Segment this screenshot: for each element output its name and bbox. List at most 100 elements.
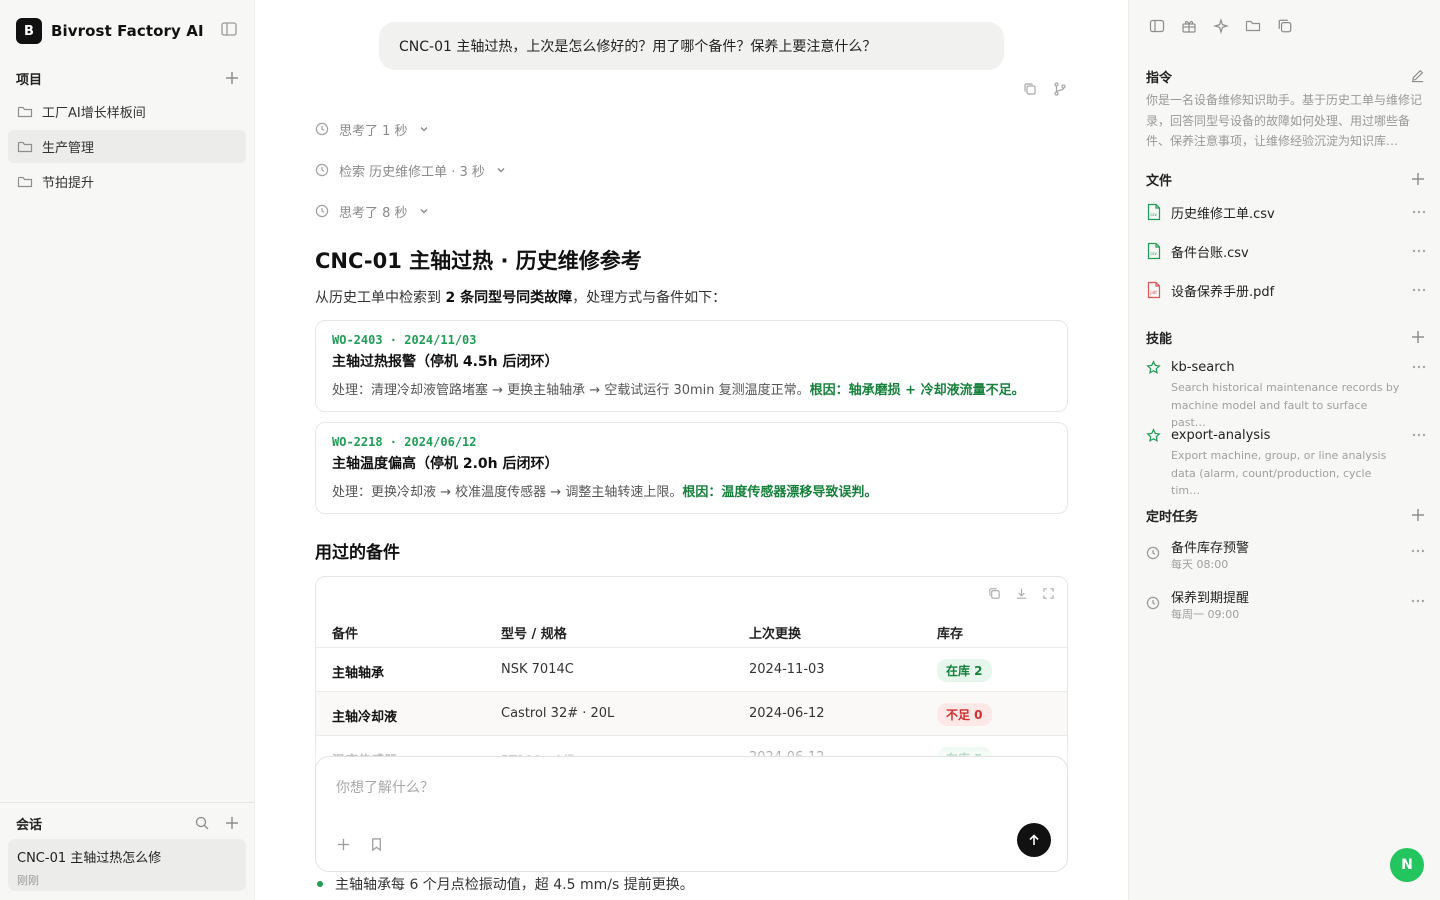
svg-text:csv: csv: [1150, 251, 1157, 256]
column-header: 型号 / 规格: [501, 627, 567, 642]
work-order-code: WO-2218 · 2024/06/12: [332, 435, 477, 449]
project-label: 生产管理: [42, 141, 95, 156]
file-name: 设备保养手册.pdf: [1171, 284, 1275, 300]
parts-heading: 用过的备件: [315, 543, 400, 563]
project-label: 工厂AI增长样板间: [42, 106, 146, 121]
conversation-title: CNC-01 主轴过热怎么修: [17, 851, 162, 866]
attach-plus-icon[interactable]: [336, 837, 351, 852]
work-order-code: WO-2403 · 2024/11/03: [332, 333, 477, 347]
more-icon[interactable]: [1412, 249, 1426, 253]
branch-icon[interactable]: [1053, 82, 1067, 96]
projects-header: 项目: [16, 68, 240, 88]
add-task-button[interactable]: [1410, 507, 1426, 523]
conversations-section: 会话 CNC-01 主轴过热怎么修 刚刚: [0, 802, 254, 900]
project-item-active[interactable]: 生产管理: [8, 130, 246, 163]
task-name: 备件库存预警: [1171, 541, 1250, 556]
intro-highlight: 2 条同型号同类故障: [445, 290, 573, 306]
file-name: 历史维修工单.csv: [1171, 206, 1275, 222]
more-icon[interactable]: [1411, 549, 1425, 553]
intro-prefix: 从历史工单中检索到: [315, 290, 446, 306]
work-order-cause: 根因：轴承磨损 + 冷却液流量不足。: [809, 383, 1025, 398]
bookmark-icon[interactable]: [369, 837, 384, 852]
arrow-up-icon: [1027, 833, 1041, 847]
thinking-step[interactable]: 思考了 8 秒: [315, 201, 430, 221]
copy-icon[interactable]: [1277, 18, 1293, 34]
user-avatar[interactable]: N: [1390, 848, 1424, 882]
new-conversation-button[interactable]: [224, 815, 240, 831]
skill-description: Export machine, group, or line analysis …: [1171, 449, 1387, 497]
conversations-header: 会话: [16, 813, 240, 833]
instructions-text[interactable]: 你是一名设备维修知识助手。基于历史工单与维修记录，回答同型号设备的故障如何处理、…: [1146, 90, 1424, 152]
skill-description: Search historical maintenance records by…: [1171, 381, 1400, 429]
skill-item[interactable]: export-analysis Export machine, group, o…: [1146, 426, 1426, 500]
composer-input[interactable]: 你想了解什么？: [336, 777, 434, 797]
project-item[interactable]: 节拍提升: [8, 165, 246, 198]
search-icon[interactable]: [194, 815, 210, 831]
edit-icon[interactable]: [1410, 68, 1426, 84]
more-icon[interactable]: [1412, 365, 1426, 369]
chat-main: CNC-01 主轴过热，上次是怎么修好的？用了哪个备件？保养上要注意什么？ 思考…: [255, 0, 1128, 900]
csv-file-icon: csv: [1146, 242, 1162, 260]
more-icon[interactable]: [1412, 210, 1426, 214]
file-item[interactable]: csv 备件台账.csv: [1146, 240, 1426, 262]
thinking-step[interactable]: 思考了 1 秒: [315, 119, 430, 139]
work-order-card: WO-2403 · 2024/11/03 主轴过热报警（停机 4.5h 后闭环）…: [315, 320, 1068, 412]
download-icon[interactable]: [1015, 587, 1028, 600]
maintenance-tip: 主轴轴承每 6 个月点检振动值，超 4.5 mm/s 提前更换。: [317, 874, 694, 894]
project-list: 工厂AI增长样板间 生产管理 节拍提升: [8, 95, 246, 200]
work-order-steps: 处理：更换冷却液 → 校准温度传感器 → 调整主轴转速上限。: [332, 485, 683, 500]
conversation-time: 刚刚: [17, 874, 39, 887]
files-header: 文件: [1146, 169, 1426, 189]
message-composer[interactable]: 你想了解什么？: [315, 756, 1068, 872]
clock-icon: [315, 204, 329, 218]
panel-toolbar: [1149, 18, 1293, 34]
skill-item[interactable]: kb-search Search historical maintenance …: [1146, 358, 1426, 432]
folder-icon[interactable]: [1245, 18, 1261, 34]
skills-title: 技能: [1146, 331, 1173, 347]
expand-icon[interactable]: [1042, 587, 1055, 600]
add-file-button[interactable]: [1410, 171, 1426, 187]
file-item[interactable]: csv 历史维修工单.csv: [1146, 201, 1426, 223]
copy-icon[interactable]: [1023, 82, 1037, 96]
brand[interactable]: B Bivrost Factory AI: [16, 18, 204, 44]
pdf-file-icon: pdf: [1146, 281, 1162, 299]
cell-part: 主轴轴承: [332, 666, 385, 681]
send-button[interactable]: [1017, 823, 1051, 857]
clock-icon: [315, 163, 329, 177]
table-row: 主轴轴承 NSK 7014C 2024-11-03 在库 2: [316, 648, 1067, 692]
work-order-desc: 处理：清理冷却液管路堵塞 → 更换主轴轴承 → 空载试运行 30min 复测温度…: [332, 379, 1051, 398]
copy-icon[interactable]: [988, 587, 1001, 600]
project-item[interactable]: 工厂AI增长样板间: [8, 95, 246, 128]
more-icon[interactable]: [1411, 599, 1425, 603]
search-step[interactable]: 检索 历史维修工单 · 3 秒: [315, 160, 507, 180]
more-icon[interactable]: [1412, 288, 1426, 292]
conversation-item[interactable]: CNC-01 主轴过热怎么修 刚刚: [8, 839, 246, 891]
scheduled-task[interactable]: 保养到期提醒 每周一 09:00: [1146, 587, 1426, 621]
add-skill-button[interactable]: [1410, 329, 1426, 345]
task-schedule: 每天 08:00: [1171, 558, 1229, 571]
projects-title: 项目: [16, 72, 43, 88]
sidebar-toggle-icon[interactable]: [220, 20, 238, 38]
chevron-down-icon: [495, 164, 507, 176]
intro-suffix: ，处理方式与备件如下：: [572, 290, 727, 306]
panel-toggle-icon[interactable]: [1149, 18, 1165, 34]
file-item[interactable]: pdf 设备保养手册.pdf: [1146, 279, 1426, 301]
more-icon[interactable]: [1412, 433, 1426, 437]
add-project-button[interactable]: [224, 70, 240, 86]
star-icon: [1146, 359, 1161, 375]
gift-icon[interactable]: [1181, 18, 1197, 34]
answer-title: CNC-01 主轴过热 · 历史维修参考: [315, 249, 642, 273]
instructions-title: 指令: [1146, 70, 1173, 86]
folder-icon: [17, 139, 33, 155]
work-order-title: 主轴温度偏高（停机 2.0h 后闭环）: [332, 456, 559, 472]
task-schedule: 每周一 09:00: [1171, 608, 1240, 621]
chevron-down-icon: [418, 123, 430, 135]
skill-name: kb-search: [1171, 359, 1235, 375]
cell-spec: Castrol 32# · 20L: [501, 706, 615, 721]
table-tools: [988, 587, 1055, 600]
scheduled-task[interactable]: 备件库存预警 每天 08:00: [1146, 537, 1426, 571]
conversations-title: 会话: [16, 817, 43, 833]
svg-text:pdf: pdf: [1150, 290, 1157, 295]
composer-tools: [336, 837, 384, 852]
sparkle-icon[interactable]: [1213, 18, 1229, 34]
